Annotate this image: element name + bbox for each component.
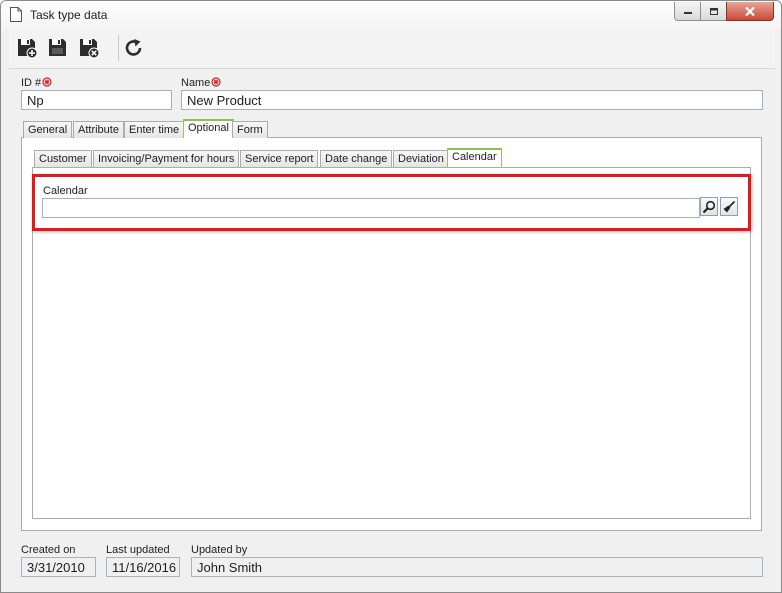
calendar-label: Calendar: [43, 185, 88, 197]
tab-enter-time[interactable]: Enter time: [124, 121, 185, 138]
tab-attribute[interactable]: Attribute: [73, 121, 124, 138]
name-label-text: Name: [181, 77, 211, 89]
save-icon: [49, 39, 66, 56]
tab-optional[interactable]: Optional: [183, 119, 234, 138]
created-on-field: 3/31/2010: [21, 557, 96, 577]
task-type-window: Task type data ID # Np Name New Product …: [0, 0, 782, 593]
last-updated-label: Last updated: [106, 544, 170, 556]
close-button[interactable]: [726, 2, 774, 21]
broom-icon: [723, 200, 736, 212]
subtab-customer[interactable]: Customer: [34, 150, 92, 167]
subtab-invoicing-payment[interactable]: Invoicing/Payment for hours: [93, 150, 240, 167]
save-new-icon: [18, 39, 38, 59]
subtab-deviation[interactable]: Deviation: [393, 150, 449, 167]
name-input[interactable]: New Product: [181, 90, 763, 110]
subtab-calendar[interactable]: Calendar: [447, 148, 502, 167]
close-icon: [745, 6, 755, 16]
search-icon: [702, 200, 716, 213]
save-new-button[interactable]: [14, 35, 40, 61]
required-icon: [211, 77, 221, 87]
toolbar: [9, 29, 775, 69]
tab-form[interactable]: Form: [232, 121, 268, 138]
subtab-service-report[interactable]: Service report: [240, 150, 319, 167]
calendar-input[interactable]: [42, 198, 700, 218]
maximize-button[interactable]: [700, 2, 727, 21]
created-on-label: Created on: [21, 544, 76, 556]
minimize-button[interactable]: [674, 2, 701, 21]
window-title: Task type data: [30, 8, 108, 22]
id-label-text: ID #: [21, 77, 42, 89]
calendar-clear-button[interactable]: [720, 197, 738, 216]
id-label: ID #: [21, 77, 52, 89]
save-button[interactable]: [45, 35, 71, 61]
calendar-search-button[interactable]: [700, 197, 718, 216]
title-bar: Task type data: [1, 1, 781, 29]
save-close-icon: [80, 39, 100, 59]
refresh-button[interactable]: [121, 35, 147, 61]
id-input[interactable]: Np: [21, 90, 172, 110]
required-icon: [42, 77, 52, 87]
tab-general[interactable]: General: [23, 121, 73, 138]
last-updated-field: 11/16/2016: [106, 557, 180, 577]
save-close-button[interactable]: [76, 35, 102, 61]
sub-tab-panel: [32, 167, 751, 519]
toolbar-separator: [118, 35, 119, 61]
minimize-icon: [683, 12, 692, 14]
subtab-date-change[interactable]: Date change: [320, 150, 393, 167]
updated-by-label: Updated by: [191, 544, 248, 556]
name-label: Name: [181, 77, 221, 89]
maximize-icon: [709, 7, 718, 15]
refresh-icon: [125, 39, 142, 56]
updated-by-field: John Smith: [191, 557, 763, 577]
document-icon: [10, 7, 22, 22]
